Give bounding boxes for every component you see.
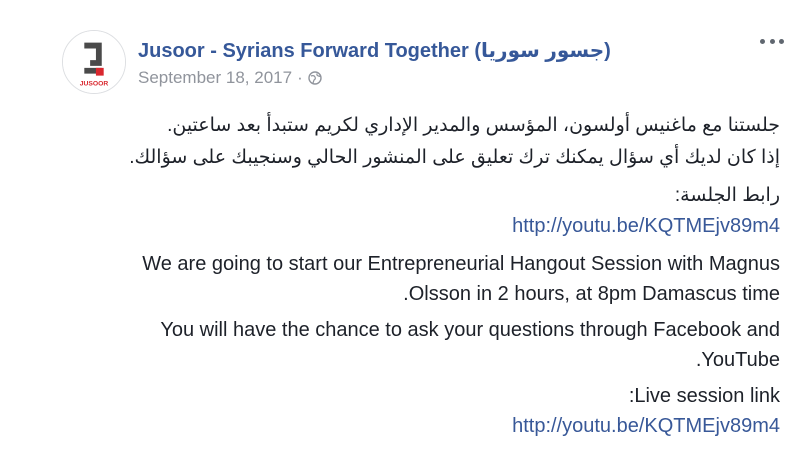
globe-icon[interactable] bbox=[308, 71, 322, 85]
page-avatar[interactable]: JUSOOR bbox=[62, 30, 126, 94]
youtube-link-1[interactable]: http://youtu.be/KQTMEjv89m4 bbox=[512, 214, 780, 238]
page-name-link[interactable]: Jusoor - Syrians Forward Together (جسور … bbox=[138, 38, 611, 63]
english-paragraph-2-line-1: You will have the chance to ask your que… bbox=[160, 319, 780, 341]
youtube-link-2[interactable]: http://youtu.be/KQTMEjv89m4 bbox=[512, 414, 780, 438]
facebook-post: JUSOOR Jusoor - Syrians Forward Together… bbox=[0, 0, 812, 458]
more-dot bbox=[760, 38, 765, 44]
arabic-link-label: رابط الجلسة: bbox=[674, 185, 780, 206]
jusoor-logo-icon: JUSOOR bbox=[63, 31, 125, 93]
arabic-line-1: جلستنا مع ماغنيس أولسون، المؤسس والمدير … bbox=[167, 115, 780, 136]
more-dot bbox=[769, 38, 775, 44]
arabic-line-2: إذا كان لديك أي سؤال يمكنك ترك تعليق على… bbox=[129, 147, 780, 168]
ellipsis-icon[interactable] bbox=[760, 34, 784, 48]
english-paragraph-2-line-2: .YouTube bbox=[695, 349, 780, 371]
meta-separator: · bbox=[297, 68, 303, 87]
post-date-link[interactable]: September 18, 2017 bbox=[138, 68, 292, 88]
avatar-label: JUSOOR bbox=[80, 80, 109, 87]
post-meta: September 18, 2017 · bbox=[138, 68, 322, 88]
english-paragraph-1-line-1: We are going to start our Entrepreneuria… bbox=[142, 253, 780, 275]
more-dot bbox=[779, 38, 784, 44]
english-link-label: :Live session link bbox=[628, 385, 780, 407]
english-paragraph-1-line-2: .Olsson in 2 hours, at 8pm Damascus time bbox=[403, 283, 780, 305]
